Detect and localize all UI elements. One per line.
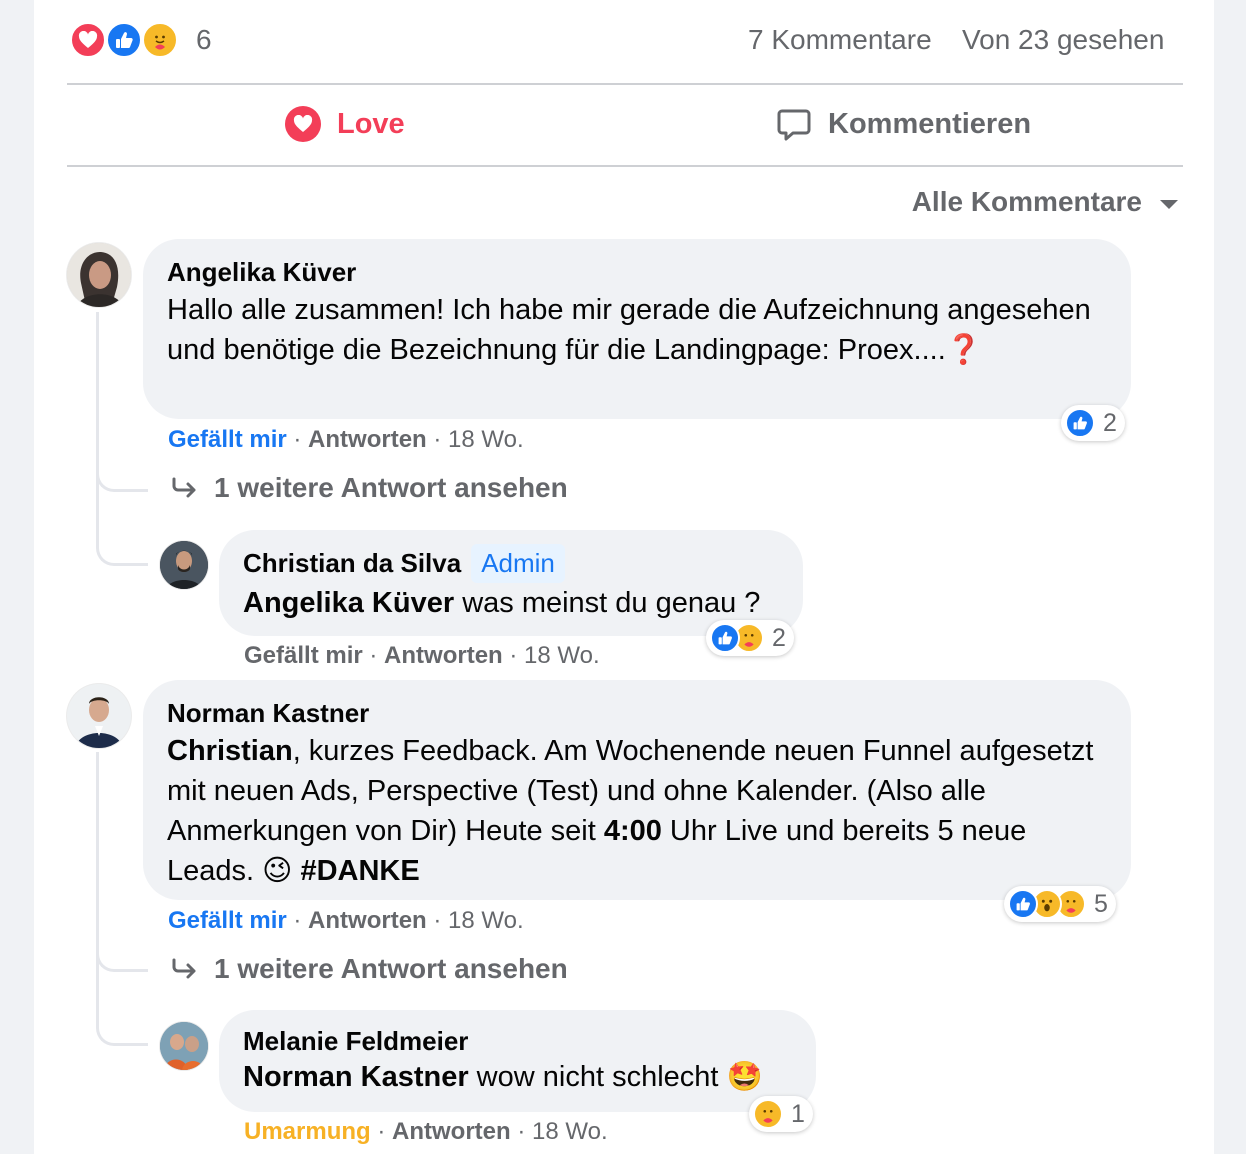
avatar[interactable]	[67, 684, 131, 748]
reply-arrow-icon	[170, 476, 198, 500]
care-reaction-link[interactable]: Umarmung	[244, 1118, 371, 1145]
like-icon	[710, 623, 740, 653]
admin-badge: Admin	[471, 544, 565, 583]
care-icon	[753, 1099, 783, 1129]
reaction-count: 5	[1094, 889, 1108, 918]
reply-arrow-icon	[170, 957, 198, 981]
love-button-label: Love	[337, 107, 405, 140]
mention-link[interactable]: Christian	[167, 735, 293, 767]
thread-connector	[96, 970, 148, 1046]
timestamp[interactable]: 18 Wo.	[524, 642, 600, 669]
reply-text: Angelika Küver was meinst du genau ?	[243, 583, 779, 623]
reply-link[interactable]: Antworten	[308, 426, 427, 453]
care-icon	[142, 22, 178, 58]
comment-button[interactable]: Kommentieren	[776, 106, 1031, 142]
comment-filter-dropdown[interactable]: Alle Kommentare	[912, 186, 1178, 218]
question-mark-emoji: ❓	[945, 334, 982, 366]
bold-time: 4:00	[603, 815, 662, 847]
hashtag-link[interactable]: #DANKE	[300, 855, 419, 887]
reply-link[interactable]: Antworten	[308, 907, 427, 934]
star-struck-emoji: 🤩	[726, 1061, 763, 1093]
reaction-count: 2	[1103, 408, 1117, 437]
wink-emoji: 😉	[262, 855, 293, 887]
like-link[interactable]: Gefällt mir	[244, 642, 363, 669]
comment-author[interactable]: Norman Kastner	[167, 698, 1107, 729]
divider-bottom	[67, 165, 1183, 167]
timestamp[interactable]: 18 Wo.	[448, 907, 524, 934]
love-icon	[70, 22, 106, 58]
reaction-count: 2	[772, 623, 786, 652]
comment-bubble: Norman Kastner Christian, kurzes Feedbac…	[143, 680, 1131, 900]
reply-text-body: was meinst du genau ?	[454, 587, 761, 619]
reply-text: Norman Kastner wow nicht schlecht 🤩	[243, 1057, 792, 1097]
reply-meta: Umarmung · Antworten · 18 Wo.	[244, 1118, 608, 1145]
comment-meta: Gefällt mir · Antworten · 18 Wo.	[168, 426, 524, 453]
caret-down-icon	[1160, 199, 1178, 209]
speech-bubble-icon	[776, 106, 812, 142]
reply-bubble: Melanie Feldmeier Norman Kastner wow nic…	[219, 1010, 816, 1112]
reply-reactions[interactable]: 2	[706, 620, 794, 656]
view-more-replies[interactable]: 1 weitere Antwort ansehen	[170, 953, 568, 985]
like-icon	[106, 22, 142, 58]
reply-author[interactable]: Melanie Feldmeier	[243, 1026, 792, 1057]
reaction-summary[interactable]: 6	[70, 22, 250, 62]
like-icon	[1008, 889, 1038, 919]
comment-button-label: Kommentieren	[828, 107, 1032, 140]
reply-author[interactable]: Christian da Silva	[243, 548, 461, 578]
like-icon	[1065, 408, 1095, 438]
view-more-replies-label: 1 weitere Antwort ansehen	[214, 953, 568, 984]
love-button[interactable]: Love	[285, 106, 405, 142]
reply-text-body: wow nicht schlecht	[468, 1061, 719, 1093]
like-link[interactable]: Gefällt mir	[168, 426, 287, 453]
mention-link[interactable]: Norman Kastner	[243, 1061, 469, 1093]
reply-author-row: Christian da Silva Admin	[243, 544, 779, 583]
thread-connector	[96, 490, 148, 566]
heart-icon	[285, 106, 321, 142]
like-link[interactable]: Gefällt mir	[168, 907, 287, 934]
view-more-replies[interactable]: 1 weitere Antwort ansehen	[170, 472, 568, 504]
thread-connector	[96, 932, 148, 972]
comment-text: Hallo alle zusammen! Ich habe mir gerade…	[167, 290, 1107, 370]
thread-connector	[96, 452, 148, 492]
comment-count-link[interactable]: 7 Kommentare	[748, 24, 932, 56]
reply-reactions[interactable]: 1	[749, 1096, 813, 1132]
mention-link[interactable]: Angelika Küver	[243, 587, 454, 619]
avatar[interactable]	[160, 541, 208, 589]
comment-meta: Gefällt mir · Antworten · 18 Wo.	[168, 907, 524, 934]
view-more-replies-label: 1 weitere Antwort ansehen	[214, 472, 568, 503]
comment-reactions[interactable]: 5	[1004, 886, 1116, 922]
reply-link[interactable]: Antworten	[384, 642, 503, 669]
reply-meta: Gefällt mir · Antworten · 18 Wo.	[244, 642, 600, 669]
comment-text: Christian, kurzes Feedback. Am Wochenend…	[167, 731, 1107, 891]
seen-count-link[interactable]: Von 23 gesehen	[962, 24, 1164, 56]
timestamp[interactable]: 18 Wo.	[448, 426, 524, 453]
avatar[interactable]	[160, 1022, 208, 1070]
reaction-count: 6	[196, 24, 212, 55]
reply-link[interactable]: Antworten	[392, 1118, 511, 1145]
reaction-count: 1	[791, 1099, 805, 1128]
reply-bubble: Christian da Silva Admin Angelika Küver w…	[219, 530, 803, 636]
comment-filter-label: Alle Kommentare	[911, 186, 1142, 217]
comment-reactions[interactable]: 2	[1061, 405, 1125, 441]
comment-bubble: Angelika Küver Hallo alle zusammen! Ich …	[143, 239, 1131, 419]
avatar[interactable]	[67, 243, 131, 307]
divider-top	[67, 83, 1183, 85]
timestamp[interactable]: 18 Wo.	[532, 1118, 608, 1145]
comment-author[interactable]: Angelika Küver	[167, 257, 1107, 288]
